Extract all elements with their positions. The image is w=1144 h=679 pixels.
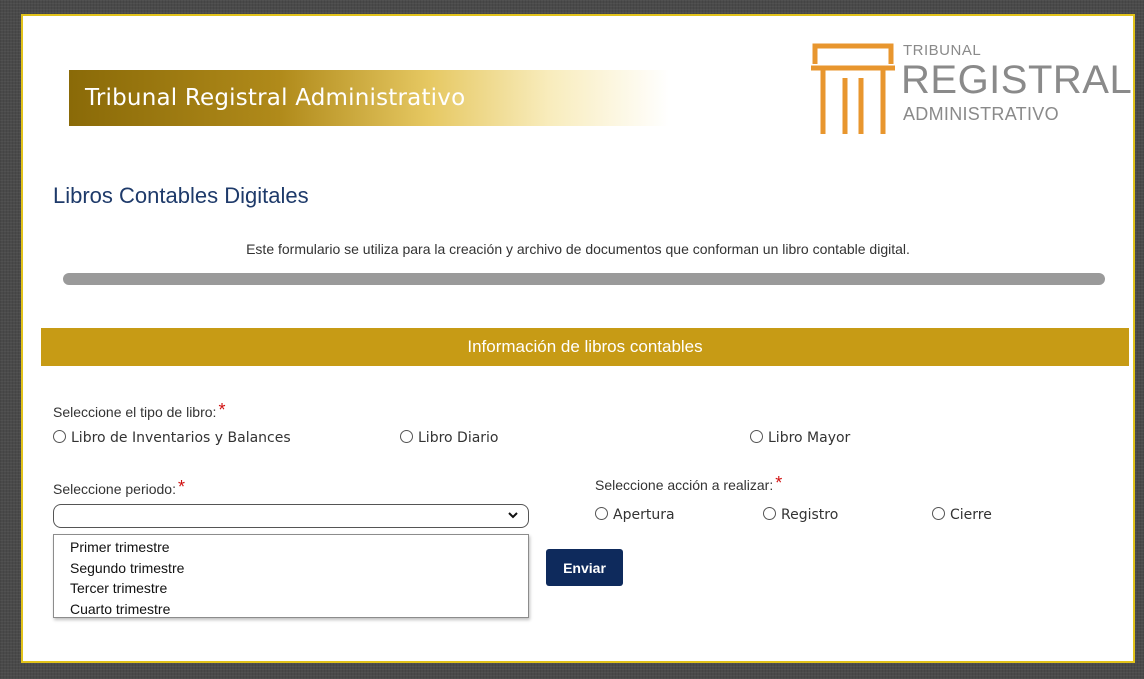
logo-text-registral: REGISTRAL [901,58,1133,102]
periodo-select[interactable] [53,504,529,528]
required-asterisk: * [775,473,783,493]
dropdown-option-primer[interactable]: Primer trimestre [54,537,528,558]
tipo-libro-label-text: Seleccione el tipo de libro: [53,404,217,420]
page-title: Libros Contables Digitales [53,183,309,208]
header-banner: Tribunal Registral Administrativo [69,70,669,126]
dropdown-option-cuarto[interactable]: Cuarto trimestre [54,599,528,620]
radio-libro-diario[interactable]: Libro Diario [400,430,499,446]
required-asterisk: * [177,477,185,497]
logo-text-tribunal: TRIBUNAL [903,42,982,59]
radio-libro-inventarios[interactable]: Libro de Inventarios y Balances [53,430,291,446]
required-asterisk: * [218,400,226,420]
section-header: Información de libros contables [41,328,1129,366]
radio-label: Registro [781,507,839,523]
accion-label: Seleccione acción a realizar: * [595,473,782,494]
progress-bar [63,273,1105,285]
radio-label: Libro de Inventarios y Balances [71,430,291,446]
tipo-libro-label: Seleccione el tipo de libro: * [53,400,225,421]
radio-circle-icon[interactable] [763,507,776,520]
chevron-down-icon[interactable] [506,508,520,522]
accion-label-text: Seleccione acción a realizar: [595,477,774,493]
radio-circle-icon[interactable] [400,430,413,443]
page-description: Este formulario se utiliza para la creac… [246,241,910,257]
pillar-logo-icon [811,43,895,134]
enviar-button[interactable]: Enviar [546,549,623,586]
page-frame: Tribunal Registral Administrativo TRIBUN… [21,14,1135,663]
radio-label: Cierre [950,507,992,523]
periodo-label: Seleccione periodo: * [53,477,185,498]
radio-label: Libro Mayor [768,430,851,446]
banner-title: Tribunal Registral Administrativo [85,85,466,111]
radio-apertura[interactable]: Apertura [595,507,675,523]
logo-text-administrativo: ADMINISTRATIVO [903,104,1059,124]
periodo-label-text: Seleccione periodo: [53,481,176,497]
radio-label: Apertura [613,507,675,523]
radio-circle-icon[interactable] [595,507,608,520]
radio-registro[interactable]: Registro [763,507,838,523]
radio-label: Libro Diario [418,430,499,446]
radio-libro-mayor[interactable]: Libro Mayor [750,430,850,446]
radio-circle-icon[interactable] [750,430,763,443]
dropdown-option-segundo[interactable]: Segundo trimestre [54,558,528,579]
radio-cierre[interactable]: Cierre [932,507,992,523]
periodo-dropdown-list: Primer trimestre Segundo trimestre Terce… [53,534,529,618]
tribunal-logo: TRIBUNAL REGISTRAL ADMINISTRATIVO [809,38,1132,138]
radio-circle-icon[interactable] [932,507,945,520]
radio-circle-icon[interactable] [53,430,66,443]
dropdown-option-tercer[interactable]: Tercer trimestre [54,578,528,599]
